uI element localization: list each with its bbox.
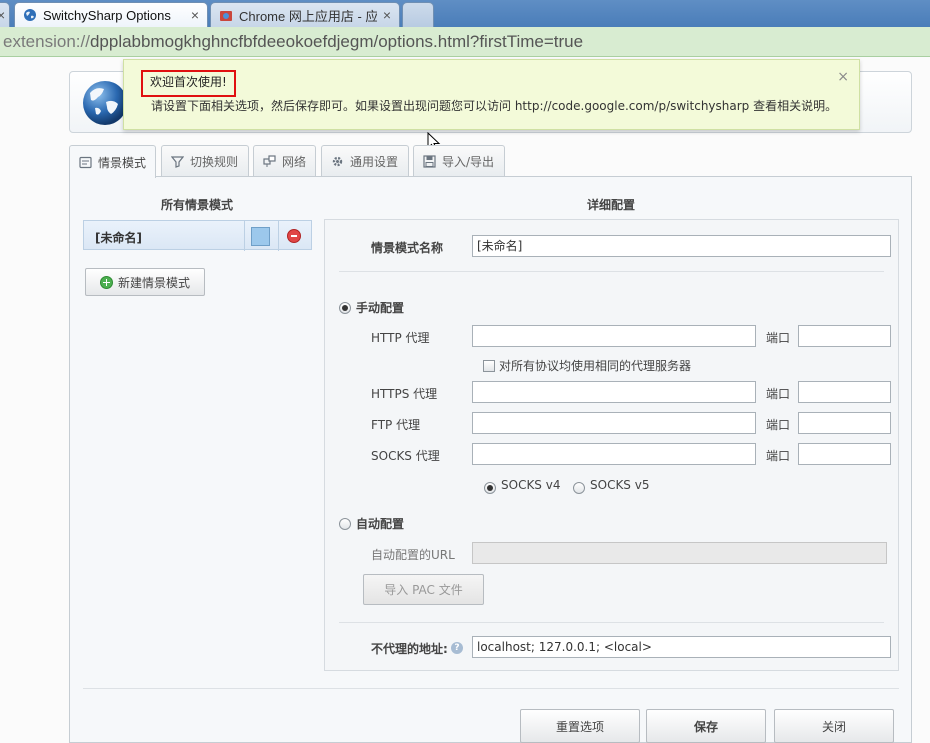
profile-name-label: 情景模式名称 xyxy=(371,241,444,255)
divider xyxy=(244,221,245,251)
http-proxy-label: HTTP 代理 xyxy=(371,331,430,345)
tab-label: 导入/导出 xyxy=(442,155,495,169)
socks-proxy-label: SOCKS 代理 xyxy=(371,449,440,463)
tab-import-export[interactable]: 导入/导出 xyxy=(413,145,505,177)
socks-port-label: 端口 xyxy=(766,449,791,463)
browser-tab-previous[interactable]: × xyxy=(0,2,10,27)
https-proxy-input[interactable] xyxy=(472,381,756,403)
socks-v5-label: SOCKS v5 xyxy=(590,478,650,492)
url-path: dpplabbmogkhghncfbfdeeokoefdjegm/options… xyxy=(89,32,584,51)
https-port-input[interactable] xyxy=(798,381,891,403)
ftp-proxy-label: FTP 代理 xyxy=(371,418,421,432)
close-icon[interactable]: × xyxy=(0,7,5,23)
divider xyxy=(278,221,279,251)
detail-title: 详细配置 xyxy=(587,198,636,212)
new-profile-label: 新建情景模式 xyxy=(117,275,190,290)
close-icon[interactable]: × xyxy=(191,7,199,23)
address-bar[interactable]: extension://dpplabbmogkhghncfbfdeeokoefd… xyxy=(0,27,930,57)
ftp-port-input[interactable] xyxy=(798,412,891,434)
auto-config-label: 自动配置 xyxy=(356,517,405,531)
close-icon[interactable]: × xyxy=(837,69,849,85)
gear-icon xyxy=(332,156,343,167)
close-button[interactable]: 关闭 xyxy=(774,709,894,743)
socks-port-input[interactable] xyxy=(798,443,891,465)
same-proxy-checkbox[interactable] xyxy=(483,360,495,372)
welcome-notification: 欢迎首次使用! 请设置下面相关选项，然后保存即可。如果设置出现问题您可以访问 h… xyxy=(123,59,860,130)
ftp-proxy-input[interactable] xyxy=(472,412,756,434)
manual-config-radio[interactable] xyxy=(339,302,351,314)
help-icon[interactable]: ? xyxy=(451,642,463,654)
footer-separator xyxy=(83,688,899,689)
auto-config-url-input[interactable] xyxy=(472,542,887,564)
http-port-input[interactable] xyxy=(798,325,891,347)
network-icon xyxy=(263,155,276,167)
tab-network[interactable]: 网络 xyxy=(253,145,316,177)
reset-button[interactable]: 重置选项 xyxy=(520,709,640,743)
bypass-list-label: 不代理的地址: xyxy=(371,642,448,656)
profile-icon xyxy=(79,156,92,168)
same-proxy-label: 对所有协议均使用相同的代理服务器 xyxy=(499,359,692,373)
save-icon xyxy=(423,155,436,168)
tab-label: 通用设置 xyxy=(350,155,399,169)
tab-profiles[interactable]: 情景模式 xyxy=(69,145,156,178)
welcome-message: 请设置下面相关选项，然后保存即可。如果设置出现问题您可以访问 http://co… xyxy=(151,99,838,113)
ftp-port-label: 端口 xyxy=(766,418,791,432)
profile-name-input[interactable]: [未命名] xyxy=(472,235,891,257)
profile-color-swatch[interactable] xyxy=(251,227,270,246)
new-tab-button[interactable] xyxy=(402,2,434,27)
http-port-label: 端口 xyxy=(766,331,791,345)
close-icon[interactable]: × xyxy=(383,7,391,23)
auto-config-url-label: 自动配置的URL xyxy=(371,548,455,562)
socks-v4-label: SOCKS v4 xyxy=(501,478,561,492)
https-proxy-label: HTTPS 代理 xyxy=(371,387,438,401)
filter-icon xyxy=(171,156,184,168)
socks-proxy-input[interactable] xyxy=(472,443,756,465)
options-page: 欢迎首次使用! 请设置下面相关选项，然后保存即可。如果设置出现问题您可以访问 h… xyxy=(0,57,930,743)
globe-icon xyxy=(24,9,36,21)
browser-tab-title: Chrome 网上应用店 - 应 xyxy=(239,8,377,24)
separator xyxy=(339,622,884,623)
browser-tab-chrome-store[interactable]: Chrome 网上应用店 - 应 × xyxy=(210,2,400,27)
tab-general-settings[interactable]: 通用设置 xyxy=(321,145,409,177)
welcome-title: 欢迎首次使用! xyxy=(141,70,236,97)
profile-name: [未命名] xyxy=(95,231,142,245)
import-pac-button[interactable]: 导入 PAC 文件 xyxy=(363,574,484,605)
add-icon xyxy=(99,275,113,289)
browser-tab-title: SwitchySharp Options xyxy=(43,7,171,23)
socks-v5-radio[interactable] xyxy=(573,482,585,494)
tab-label: 切换规则 xyxy=(190,155,239,169)
tab-label: 情景模式 xyxy=(98,155,147,170)
separator xyxy=(339,271,884,272)
browser-tab-strip: × SwitchySharp Options × Chrome 网上应用店 - … xyxy=(0,0,930,27)
save-button[interactable]: 保存 xyxy=(646,709,766,743)
chrome-store-icon xyxy=(220,11,232,21)
manual-config-label: 手动配置 xyxy=(356,301,405,315)
auto-config-radio[interactable] xyxy=(339,518,351,530)
url-scheme: extension:// xyxy=(3,32,90,51)
delete-icon[interactable] xyxy=(287,229,301,243)
tab-label: 网络 xyxy=(282,155,307,169)
socks-v4-radio[interactable] xyxy=(484,482,496,494)
profiles-list-title: 所有情景模式 xyxy=(161,198,234,212)
https-port-label: 端口 xyxy=(766,387,791,401)
profile-list-item[interactable]: [未命名] xyxy=(83,220,312,251)
tab-switch-rules[interactable]: 切换规则 xyxy=(161,145,249,177)
bypass-list-input[interactable]: localhost; 127.0.0.1; <local> xyxy=(472,636,891,658)
browser-tab-switchysharp[interactable]: SwitchySharp Options × xyxy=(14,2,208,27)
new-profile-button[interactable]: 新建情景模式 xyxy=(85,268,205,296)
http-proxy-input[interactable] xyxy=(472,325,756,347)
